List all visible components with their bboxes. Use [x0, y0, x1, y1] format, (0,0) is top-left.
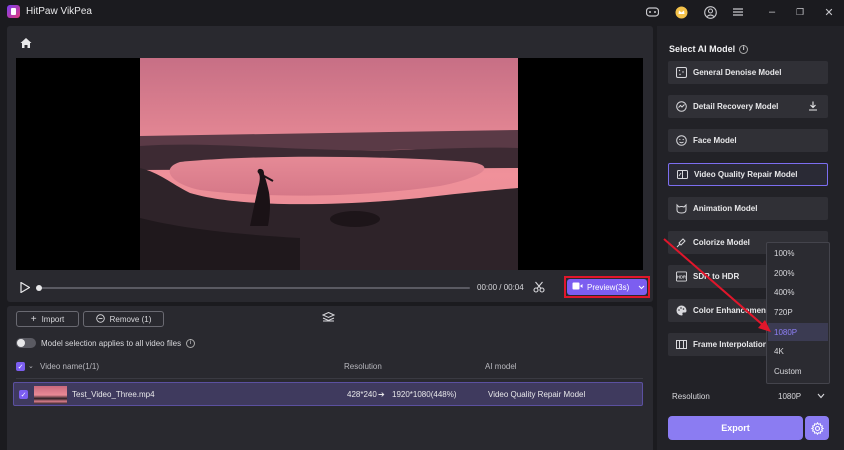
row-source-resolution: 428*240: [347, 390, 377, 399]
import-label: Import: [41, 314, 65, 324]
column-resolution: Resolution: [344, 362, 382, 371]
minimize-icon[interactable]: –: [764, 4, 780, 20]
import-button[interactable]: + Import: [16, 311, 79, 327]
preview-button[interactable]: Preview(3s): [567, 279, 647, 295]
account-icon[interactable]: [702, 4, 718, 20]
menu-icon[interactable]: [730, 4, 746, 20]
progress-handle[interactable]: [36, 285, 42, 291]
scissors-icon[interactable]: [533, 281, 545, 296]
row-target-resolution: 1920*1080(448%): [392, 390, 457, 399]
play-icon[interactable]: [20, 281, 31, 295]
table-header: ✓ ⌄ Video name(1/1) Resolution AI model: [16, 361, 643, 375]
model-detail-recovery[interactable]: Detail Recovery Model: [668, 95, 828, 118]
apply-all-label: Model selection applies to all video fil…: [41, 338, 182, 348]
gear-icon: [810, 421, 824, 435]
resolution-dropdown: 100% 200% 400% 720P 1080P 4K Custom: [766, 242, 830, 384]
dropdown-option-custom[interactable]: Custom: [768, 362, 828, 380]
panel-title-text: Select AI Model: [669, 44, 736, 54]
info-icon[interactable]: i: [739, 44, 749, 54]
repair-icon: [677, 169, 688, 180]
info-icon[interactable]: i: [186, 338, 196, 348]
detail-icon: [676, 101, 687, 112]
time-readout: 00:00 / 00:04: [477, 283, 524, 292]
chevron-down-icon: [638, 283, 645, 292]
dropdown-option-400[interactable]: 400%: [768, 283, 828, 301]
apply-all-toggle[interactable]: [16, 338, 36, 348]
frame-icon: [676, 339, 687, 350]
row-checkbox[interactable]: ✓: [19, 390, 28, 399]
export-button[interactable]: Export: [668, 416, 803, 440]
title-bar: HitPaw VikPea – ❐ ✕: [0, 0, 844, 24]
palette-icon: [676, 305, 687, 316]
select-all-checkbox[interactable]: ✓: [16, 362, 25, 371]
animation-icon: [676, 203, 687, 214]
hdr-icon: HDR: [676, 271, 687, 282]
model-face[interactable]: Face Model: [668, 129, 828, 152]
model-label: SDR to HDR: [693, 272, 740, 281]
download-icon[interactable]: [808, 101, 818, 113]
gamepad-icon[interactable]: [644, 4, 660, 20]
camera-icon: [572, 282, 583, 292]
remove-label: Remove (1): [109, 314, 152, 324]
preview-label: Preview(3s): [587, 282, 630, 292]
model-panel: Select AI Model i General Denoise Model …: [657, 26, 844, 450]
column-video-name: Video name(1/1): [40, 362, 99, 371]
player-controls: 00:00 / 00:04 Preview(3s): [16, 276, 650, 298]
colorize-icon: [676, 237, 687, 248]
settings-button[interactable]: [805, 416, 829, 440]
denoise-icon: [676, 67, 687, 78]
premium-icon[interactable]: [673, 4, 689, 20]
remove-button[interactable]: Remove (1): [83, 311, 164, 327]
plus-icon: +: [30, 313, 37, 325]
model-animation[interactable]: Animation Model: [668, 197, 828, 220]
model-label: General Denoise Model: [693, 68, 782, 77]
app-title: HitPaw VikPea: [26, 6, 92, 17]
model-label: Video Quality Repair Model: [694, 170, 798, 179]
column-ai-model: AI model: [485, 362, 517, 371]
video-frame: [140, 58, 518, 270]
chevron-down-icon[interactable]: [817, 392, 825, 401]
face-icon: [676, 135, 687, 146]
apply-all-toggle-row: Model selection applies to all video fil…: [16, 337, 196, 349]
file-panel: + Import Remove (1) Model selection appl…: [7, 306, 653, 450]
row-ai-model: Video Quality Repair Model: [488, 390, 586, 399]
collapse-icon[interactable]: [321, 311, 336, 325]
minus-circle-icon: [95, 313, 105, 325]
model-video-quality-repair[interactable]: Video Quality Repair Model: [668, 163, 828, 186]
arrow-right-icon: ➔: [378, 390, 385, 399]
panel-title: Select AI Model i: [669, 44, 749, 54]
close-icon[interactable]: ✕: [821, 4, 837, 20]
maximize-icon[interactable]: ❐: [792, 4, 808, 20]
row-file-name: Test_Video_Three.mp4: [72, 390, 155, 399]
model-label: Frame Interpolation: [693, 340, 768, 349]
dropdown-option-720p[interactable]: 720P: [768, 303, 828, 321]
model-general-denoise[interactable]: General Denoise Model: [668, 61, 828, 84]
video-thumbnail: [34, 386, 67, 404]
table-divider: [16, 378, 643, 379]
model-label: Detail Recovery Model: [693, 102, 779, 111]
model-label: Face Model: [693, 136, 737, 145]
player-panel: 00:00 / 00:04 Preview(3s): [7, 26, 653, 302]
resolution-select[interactable]: 1080P: [778, 392, 801, 401]
dropdown-option-4k[interactable]: 4K: [768, 342, 828, 360]
svg-text:HDR: HDR: [677, 274, 686, 279]
resolution-row: Resolution 1080P: [672, 390, 832, 404]
table-row[interactable]: ✓ Test_Video_Three.mp4 428*240 ➔ 1920*10…: [13, 382, 643, 406]
dropdown-option-100[interactable]: 100%: [768, 244, 828, 262]
dropdown-option-1080p[interactable]: 1080P: [768, 323, 828, 341]
model-label: Color Enhancement: [693, 306, 769, 315]
chevron-down-icon[interactable]: ⌄: [28, 362, 34, 370]
model-label: Colorize Model: [693, 238, 750, 247]
progress-bar[interactable]: [36, 285, 470, 291]
video-preview[interactable]: [16, 58, 643, 270]
model-label: Animation Model: [693, 204, 758, 213]
resolution-label: Resolution: [672, 392, 710, 401]
app-logo: [7, 5, 20, 18]
dropdown-option-200[interactable]: 200%: [768, 264, 828, 282]
home-icon[interactable]: [19, 36, 33, 50]
